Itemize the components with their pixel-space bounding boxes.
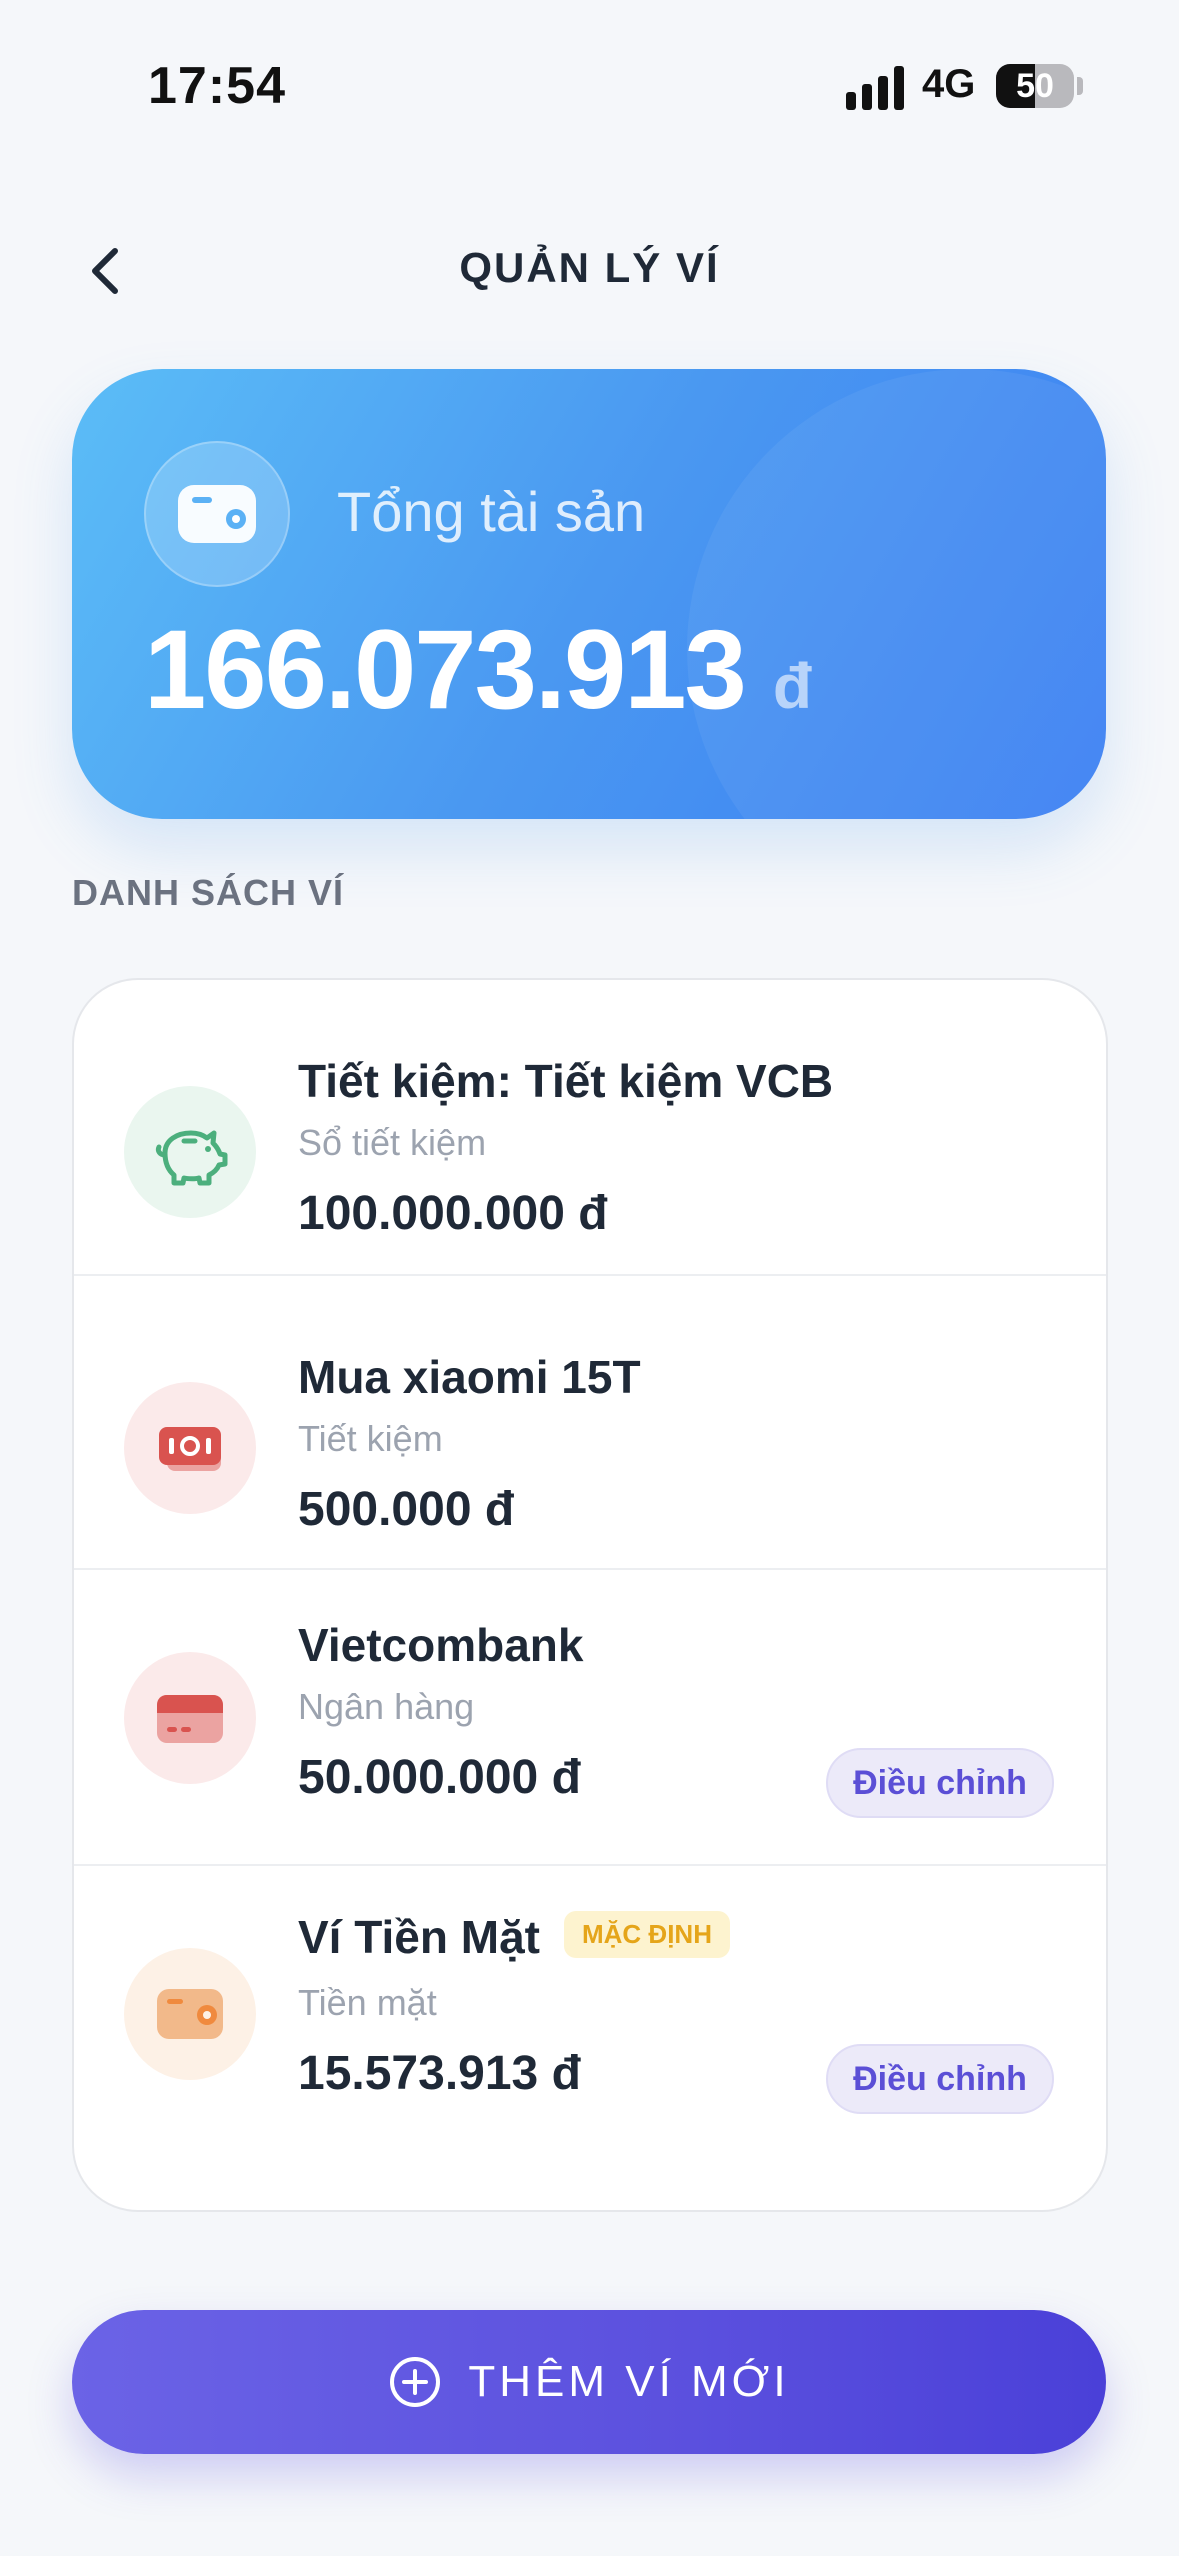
battery-tip bbox=[1077, 77, 1083, 95]
battery-level: 50 bbox=[1016, 67, 1054, 105]
total-assets-value: 166.073.913 đ bbox=[144, 605, 812, 734]
wallet-name: Ví Tiền Mặt MẶC ĐỊNH bbox=[298, 1910, 730, 1964]
wallet-icon bbox=[157, 1989, 223, 2039]
page-title: QUẢN LÝ VÍ bbox=[459, 244, 720, 291]
wallet-name: Tiết kiệm: Tiết kiệm VCB bbox=[298, 1055, 834, 1107]
signal-icon bbox=[846, 66, 904, 110]
add-wallet-label: THÊM VÍ MỚI bbox=[468, 2357, 790, 2406]
wallet-icon-circle bbox=[124, 1652, 256, 1784]
wallet-icon-circle bbox=[124, 1948, 256, 2080]
status-bar: 17:54 4G 50 bbox=[0, 0, 1179, 170]
default-badge: MẶC ĐỊNH bbox=[563, 1911, 730, 1959]
wallet-item-vietcombank[interactable]: Vietcombank Ngân hàng 50.000.000 đ Điều … bbox=[74, 1568, 1106, 1866]
plus-circle-icon bbox=[390, 2357, 441, 2407]
wallet-item-mua-xiaomi[interactable]: Mua xiaomi 15T Tiết kiệm 500.000 đ bbox=[74, 1274, 1106, 1570]
adjust-button[interactable]: Điều chỉnh bbox=[826, 2044, 1054, 2114]
currency-unit: đ bbox=[772, 650, 812, 722]
wallet-name-text: Ví Tiền Mặt bbox=[298, 1911, 540, 1963]
wallet-amount: 50.000.000 đ bbox=[298, 1751, 581, 1804]
wallet-amount: 500.000 đ bbox=[298, 1483, 515, 1536]
adjust-button[interactable]: Điều chỉnh bbox=[826, 1748, 1054, 1818]
cash-icon bbox=[159, 1427, 221, 1471]
wallet-type: Tiết kiệm bbox=[298, 1418, 443, 1459]
wallet-list-heading: DANH SÁCH VÍ bbox=[72, 872, 345, 913]
total-assets-label: Tổng tài sản bbox=[337, 480, 646, 543]
status-time: 17:54 bbox=[148, 57, 286, 115]
total-amount: 166.073.913 bbox=[144, 607, 747, 732]
network-type: 4G bbox=[922, 62, 976, 106]
wallet-list: Tiết kiệm: Tiết kiệm VCB Sổ tiết kiệm 10… bbox=[72, 978, 1108, 2212]
wallet-icon bbox=[178, 485, 256, 543]
wallet-amount: 100.000.000 đ bbox=[298, 1187, 608, 1240]
wallet-name: Vietcombank bbox=[298, 1619, 584, 1671]
bank-card-icon bbox=[157, 1695, 223, 1743]
card-decoration bbox=[687, 369, 1106, 819]
wallet-type: Ngân hàng bbox=[298, 1686, 475, 1727]
piggy-bank-icon bbox=[155, 1130, 228, 1186]
battery-icon: 50 bbox=[996, 64, 1074, 108]
total-assets-card: Tổng tài sản 166.073.913 đ bbox=[72, 369, 1106, 819]
wallet-amount: 15.573.913 đ bbox=[298, 2047, 581, 2100]
total-wallet-icon-circle bbox=[144, 441, 290, 587]
wallet-item-vi-tien-mat[interactable]: Ví Tiền Mặt MẶC ĐỊNH Tiền mặt 15.573.913 … bbox=[74, 1864, 1106, 2210]
wallet-type: Tiền mặt bbox=[298, 1982, 437, 2023]
wallet-type: Sổ tiết kiệm bbox=[298, 1122, 487, 1163]
wallet-icon-circle bbox=[124, 1382, 256, 1514]
add-wallet-button[interactable]: THÊM VÍ MỚI bbox=[72, 2310, 1106, 2454]
wallet-name: Mua xiaomi 15T bbox=[298, 1351, 641, 1403]
wallet-item-tiet-kiem-vcb[interactable]: Tiết kiệm: Tiết kiệm VCB Sổ tiết kiệm 10… bbox=[74, 980, 1106, 1274]
wallet-icon-circle bbox=[124, 1086, 256, 1218]
